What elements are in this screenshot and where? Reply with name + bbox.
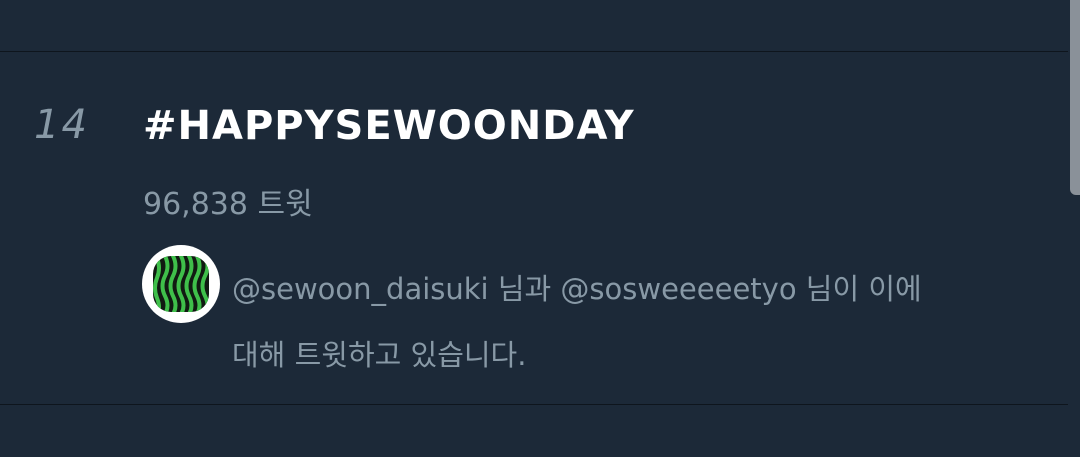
trend-rank: 14 [34,102,89,148]
avatar[interactable] [142,245,220,323]
divider-bottom [0,404,1068,405]
trend-context: @sewoon_daisuki 님과 @sosweeeeetyo 님이 이에 대… [232,256,1032,388]
trend-context-line-2: 대해 트윗하고 있습니다. [232,338,527,372]
scrollbar[interactable] [1070,0,1080,195]
trend-context-line-1: @sewoon_daisuki 님과 @sosweeeeetyo 님이 이에 [232,272,922,306]
tweet-count: 96,838 트윗 [143,187,313,222]
trend-hashtag[interactable]: #HAPPYSEWOONDAY [143,104,635,148]
watermelon-avatar-icon [153,256,209,312]
